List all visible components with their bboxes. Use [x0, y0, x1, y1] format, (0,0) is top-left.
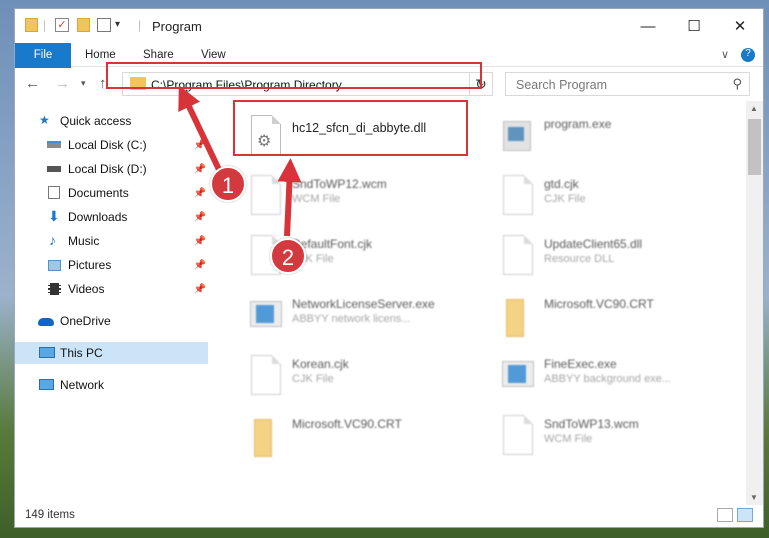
- step-1-badge: 1: [210, 166, 246, 202]
- annotation-arrows: [178, 85, 302, 237]
- arrow-to-dll-file: [277, 158, 302, 237]
- arrow-to-address-bar: [178, 85, 225, 178]
- step-2-badge: 2: [270, 238, 306, 274]
